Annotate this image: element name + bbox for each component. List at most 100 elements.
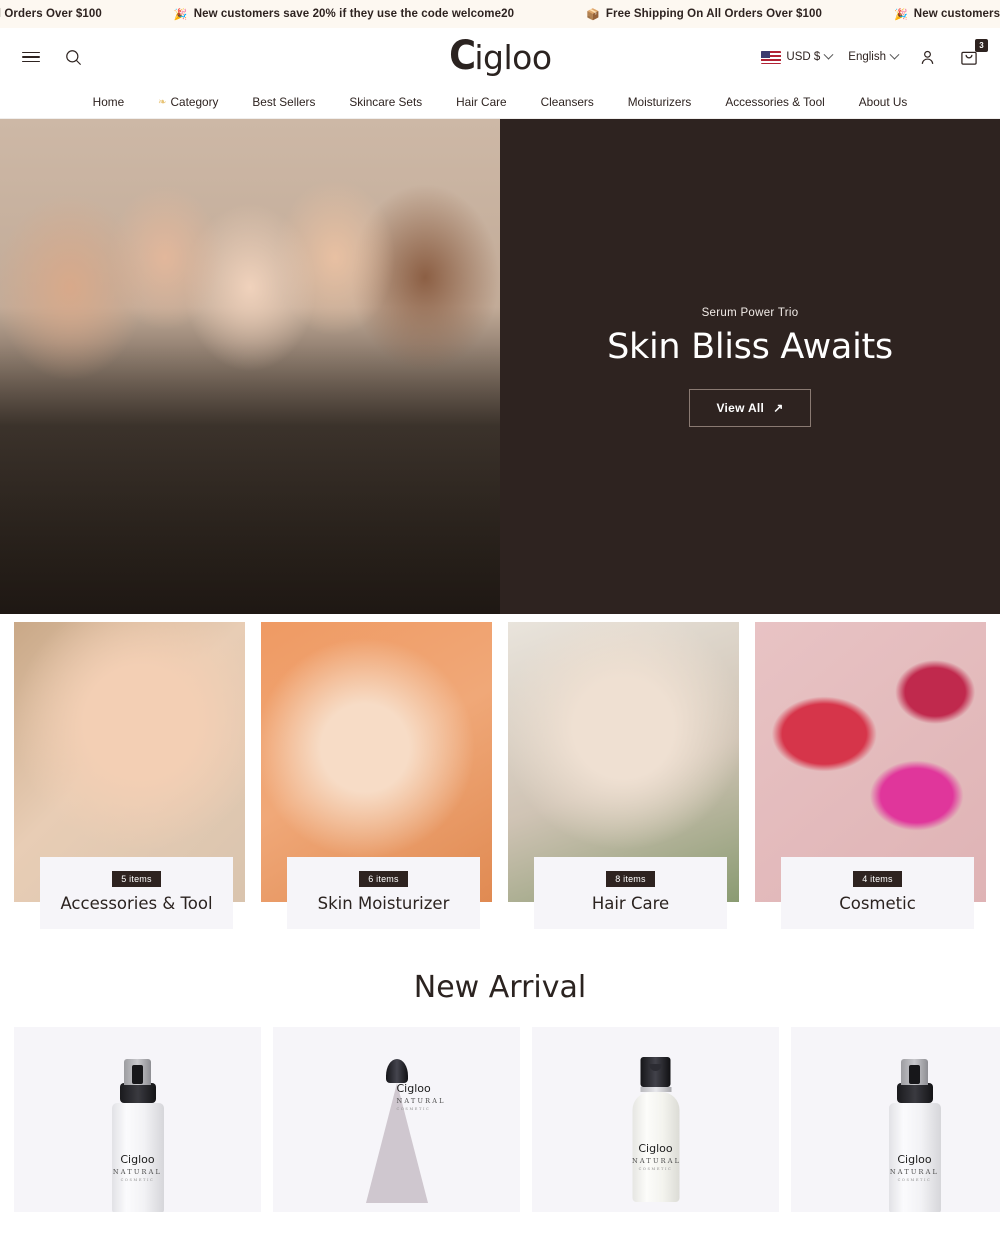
- category-name: Hair Care: [591, 894, 670, 913]
- announcement-text: New customers save 20% if they use the c…: [913, 8, 1000, 20]
- language-label: English: [848, 51, 886, 63]
- nav-item-cleansers[interactable]: Cleansers: [524, 95, 611, 109]
- announcement-item: 🎉 New customers save 20% if they use the…: [858, 8, 1000, 21]
- currency-picker[interactable]: USD $: [761, 49, 834, 64]
- nav-label: Cleansers: [540, 95, 594, 109]
- hamburger-menu-icon[interactable]: [18, 44, 44, 70]
- announcement-text: New customers save 20% if they use the c…: [193, 8, 515, 20]
- cart-count-badge: 3: [975, 39, 988, 52]
- nav-item-home[interactable]: Home: [76, 95, 141, 109]
- bottle-line1: NATURAL: [632, 1156, 682, 1165]
- category-name: Accessories & Tool: [60, 894, 213, 913]
- category-card-accessories-tool[interactable]: 5 items Accessories & Tool: [14, 622, 245, 929]
- new-arrival-title: New Arrival: [413, 970, 587, 1005]
- bottle-line2: COSMETIC: [897, 1177, 932, 1182]
- bottle-line2: COSMETIC: [120, 1177, 155, 1182]
- bottle-body: Cigloo NATURAL COSMETIC: [888, 1103, 941, 1212]
- nav-label: Category: [170, 95, 219, 109]
- nav-item-category[interactable]: ❧ Category: [141, 95, 235, 109]
- category-item-count: 4 items: [853, 871, 902, 887]
- category-item-count: 6 items: [359, 871, 408, 887]
- bottle-label: Cigloo NATURAL COSMETIC: [632, 1143, 679, 1171]
- nav-item-skincare-sets[interactable]: Skincare Sets: [332, 95, 439, 109]
- category-card-hair-care[interactable]: 8 items Hair Care: [508, 622, 739, 929]
- announcement-text: Free Shipping On All Orders Over $100: [0, 8, 102, 20]
- category-item-count: 5 items: [112, 871, 161, 887]
- site-logo[interactable]: Cigloo: [448, 32, 552, 79]
- new-arrival-product-row: Cigloo NATURAL COSMETIC Cigloo NATURAL C…: [0, 1027, 1000, 1212]
- bottle-cap: [901, 1059, 928, 1085]
- bottle-body: Cigloo NATURAL COSMETIC: [111, 1103, 164, 1212]
- product-image: Cigloo NATURAL COSMETIC: [888, 1059, 941, 1212]
- bottle-label: Cigloo NATURAL COSMETIC: [112, 1154, 164, 1182]
- nav-label: Skincare Sets: [349, 95, 423, 109]
- product-image: Cigloo NATURAL COSMETIC: [365, 1059, 443, 1203]
- nav-label: Hair Care: [456, 95, 507, 109]
- main-navigation: Home ❧ Category Best Sellers Skincare Se…: [0, 86, 1000, 119]
- hero-view-all-button[interactable]: View All ↗: [689, 388, 811, 427]
- logo-mark: C: [449, 32, 477, 79]
- package-icon: 📦: [586, 8, 600, 21]
- hero-view-all-label: View All: [716, 400, 765, 415]
- category-item-count: 8 items: [606, 871, 655, 887]
- category-card-skin-moisturizer[interactable]: 6 items Skin Moisturizer: [261, 622, 492, 929]
- header-left-controls: [18, 44, 86, 70]
- hero-image-shade: [0, 119, 500, 614]
- product-card[interactable]: Cigloo NATURAL COSMETIC: [791, 1027, 1000, 1212]
- language-picker[interactable]: English: [848, 49, 900, 63]
- bottle-cap: [385, 1059, 408, 1083]
- nav-item-accessories-tool[interactable]: Accessories & Tool: [708, 95, 841, 109]
- nav-item-hair-care[interactable]: Hair Care: [439, 95, 523, 109]
- nav-label: Accessories & Tool: [725, 95, 825, 109]
- nav-item-best-sellers[interactable]: Best Sellers: [235, 95, 332, 109]
- category-name: Cosmetic: [839, 894, 916, 913]
- bottle-collar: [119, 1083, 156, 1103]
- party-popper-icon: 🎉: [894, 8, 908, 21]
- site-header: Cigloo USD $ English 3: [0, 28, 1000, 86]
- product-card[interactable]: Cigloo NATURAL COSMETIC: [532, 1027, 779, 1212]
- product-card[interactable]: Cigloo NATURAL COSMETIC: [273, 1027, 520, 1212]
- bottle-brand: Cigloo: [638, 1141, 673, 1155]
- bottle-body: Cigloo NATURAL COSMETIC: [365, 1083, 443, 1203]
- bottle-cap: [640, 1057, 671, 1087]
- arrow-up-right-icon: ↗: [773, 400, 784, 415]
- announcement-item: 📦 Free Shipping On All Orders Over $100: [0, 8, 138, 21]
- bottle-brand: Cigloo: [897, 1152, 932, 1166]
- product-card[interactable]: Cigloo NATURAL COSMETIC: [14, 1027, 261, 1212]
- category-name: Skin Moisturizer: [317, 894, 450, 913]
- logo-text: igloo: [474, 37, 552, 77]
- category-label-box: 8 items Hair Care: [534, 857, 727, 929]
- product-image: Cigloo NATURAL COSMETIC: [632, 1057, 679, 1202]
- chevron-down-icon: [823, 49, 834, 60]
- currency-label: USD $: [786, 51, 821, 63]
- nav-label: Best Sellers: [252, 95, 316, 109]
- bottle-collar: [896, 1083, 933, 1103]
- category-label-box: 6 items Skin Moisturizer: [287, 857, 480, 929]
- party-popper-icon: 🎉: [173, 8, 188, 21]
- hero-title: Skin Bliss Awaits: [607, 326, 893, 367]
- nav-item-moisturizers[interactable]: Moisturizers: [611, 95, 709, 109]
- header-right-controls: USD $ English 3: [761, 39, 988, 70]
- announcement-text: Free Shipping On All Orders Over $100: [605, 8, 822, 20]
- nav-label: About Us: [858, 95, 908, 109]
- category-label-box: 5 items Accessories & Tool: [40, 857, 233, 929]
- bottle-brand: Cigloo: [120, 1152, 155, 1166]
- announcement-item: 📦 Free Shipping On All Orders Over $100: [550, 8, 858, 21]
- bottle-label: Cigloo NATURAL COSMETIC: [889, 1154, 941, 1182]
- search-icon[interactable]: [60, 44, 86, 70]
- bottle-line1: NATURAL: [112, 1167, 163, 1176]
- hero-content-panel: Serum Power Trio Skin Bliss Awaits View …: [500, 119, 1000, 614]
- nav-label: Moisturizers: [627, 95, 692, 109]
- category-card-row: 5 items Accessories & Tool 6 items Skin …: [0, 614, 1000, 929]
- account-icon[interactable]: [914, 44, 940, 70]
- bottle-line1: NATURAL: [889, 1167, 940, 1176]
- bottle-line2: COSMETIC: [638, 1166, 673, 1171]
- category-card-cosmetic[interactable]: 4 items Cosmetic: [755, 622, 986, 929]
- bottle-cap: [124, 1059, 151, 1085]
- bottle-body: Cigloo NATURAL COSMETIC: [632, 1092, 679, 1202]
- cart-button[interactable]: 3: [956, 39, 988, 70]
- hero-banner: Serum Power Trio Skin Bliss Awaits View …: [0, 119, 1000, 614]
- nav-label: Home: [92, 95, 125, 109]
- nav-item-about-us[interactable]: About Us: [842, 95, 925, 109]
- product-image: Cigloo NATURAL COSMETIC: [111, 1059, 164, 1212]
